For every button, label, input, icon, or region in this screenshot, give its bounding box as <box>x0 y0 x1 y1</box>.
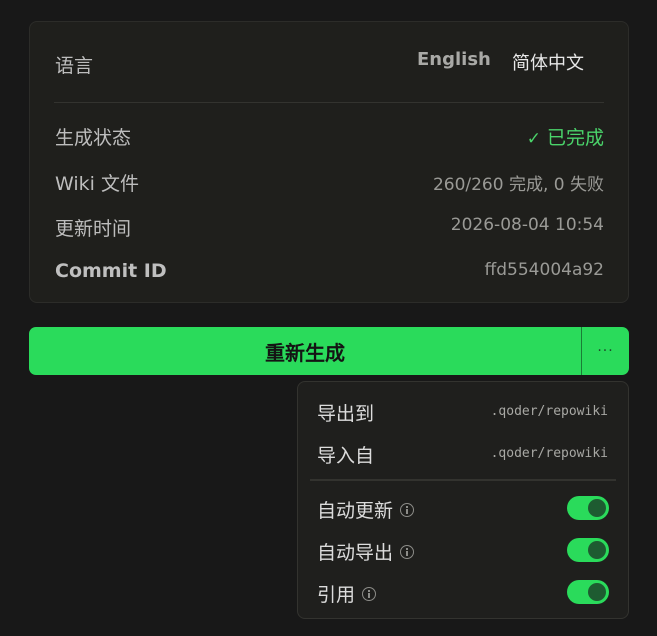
citation-label: 引用 <box>317 584 356 606</box>
status-text: 已完成 <box>546 127 604 149</box>
export-menu-item[interactable]: 导出到 .qoder/repowiki <box>298 393 628 429</box>
auto-update-label-wrap: 自动更新 <box>317 496 415 523</box>
citation-row: 引用 <box>298 574 628 610</box>
import-menu-item[interactable]: 导入自 .qoder/repowiki <box>298 435 628 471</box>
citation-toggle[interactable] <box>567 580 609 604</box>
auto-update-label: 自动更新 <box>317 500 394 522</box>
toggle-knob <box>588 583 606 601</box>
commit-id-value: ffd554004a92 <box>484 260 604 280</box>
wiki-files-label: Wiki 文件 <box>55 169 139 196</box>
lang-option-chinese[interactable]: 简体中文 <box>512 49 584 75</box>
info-icon[interactable] <box>400 544 415 559</box>
status-value: ✓ 已完成 <box>527 123 604 150</box>
auto-update-toggle[interactable] <box>567 496 609 520</box>
wiki-files-value: 260/260 完成, 0 失败 <box>432 175 604 195</box>
menu-divider <box>310 479 616 481</box>
updated-time-label: 更新时间 <box>55 218 132 240</box>
auto-export-toggle[interactable] <box>567 538 609 562</box>
auto-export-label-wrap: 自动导出 <box>317 538 415 565</box>
divider <box>54 102 604 103</box>
regenerate-split-button: 重新生成 ··· <box>29 327 629 375</box>
updated-time-value: 2026-08-04 10:54 <box>450 215 604 235</box>
toggle-knob <box>588 541 606 559</box>
export-label: 导出到 <box>317 403 375 425</box>
more-options-menu: 导出到 .qoder/repowiki 导入自 .qoder/repowiki … <box>297 381 629 619</box>
wiki-info-card: 语言 English 简体中文 生成状态 ✓ 已完成 Wiki 文件 260/26… <box>29 21 629 303</box>
language-row: 语言 English 简体中文 <box>30 22 628 103</box>
more-options-button[interactable]: ··· <box>582 327 629 375</box>
auto-update-row: 自动更新 <box>298 490 628 526</box>
lang-option-english[interactable]: English <box>417 49 491 70</box>
commit-id-label: Commit ID <box>55 260 167 282</box>
import-label: 导入自 <box>317 445 375 467</box>
import-path: .qoder/repowiki <box>490 446 608 461</box>
check-icon: ✓ <box>526 129 541 149</box>
status-label: 生成状态 <box>55 127 132 149</box>
toggle-knob <box>588 499 606 517</box>
info-icon[interactable] <box>400 502 415 517</box>
language-label: 语言 <box>55 55 94 77</box>
info-icon[interactable] <box>362 586 377 601</box>
regenerate-button[interactable]: 重新生成 <box>29 327 581 375</box>
auto-export-row: 自动导出 <box>298 532 628 568</box>
citation-label-wrap: 引用 <box>317 580 377 607</box>
auto-export-label: 自动导出 <box>317 542 394 564</box>
wiki-files-label-text: Wiki 文件 <box>55 173 139 195</box>
export-path: .qoder/repowiki <box>490 404 608 419</box>
